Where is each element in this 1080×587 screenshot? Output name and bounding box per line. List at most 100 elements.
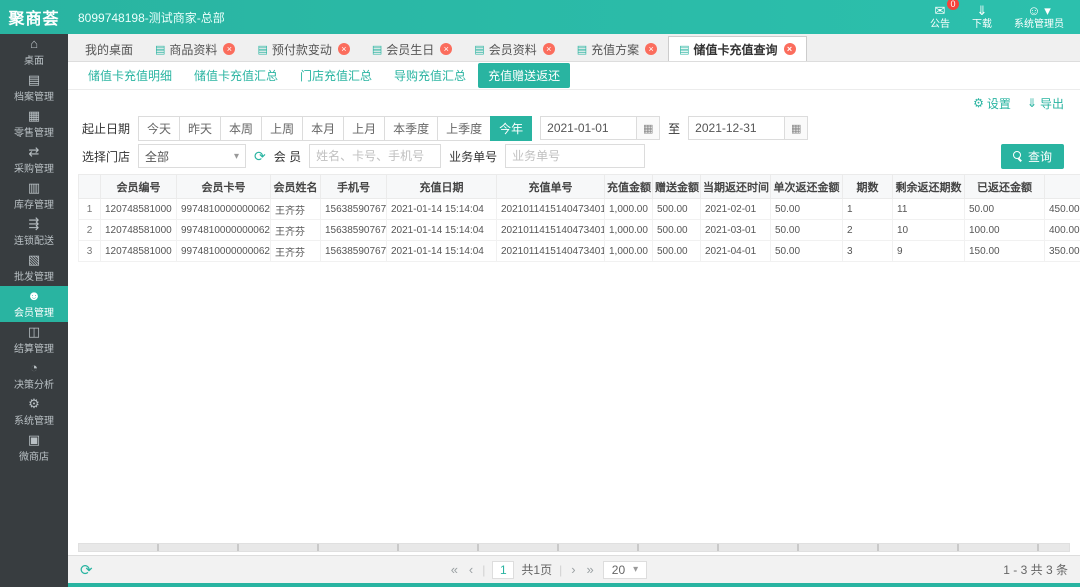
column-header[interactable] (1044, 174, 1080, 199)
date-to-input[interactable] (688, 116, 785, 140)
export-button[interactable]: ⇓ 导出 (1027, 95, 1064, 112)
sidebar-item-archives[interactable]: ▤ 档案管理 (0, 70, 68, 106)
column-header[interactable]: 单次返还金额 (770, 174, 843, 199)
date-filter-row: 起止日期 今天昨天本周上周本月上月本季度上季度今年 ▦ 至 ▦ (68, 114, 1080, 142)
order-no-input[interactable] (505, 144, 646, 168)
store-refresh-icon[interactable]: ⟳ (254, 148, 266, 165)
refresh-icon[interactable]: ⟳ (80, 561, 93, 579)
store-select[interactable]: 全部 ▾ (138, 144, 247, 168)
column-header[interactable]: 充值单号 (496, 174, 605, 199)
app-window: 聚商荟 8099748198-测试商家-总部 ✉ 公告 0 ⇓ 下载 ☺ ▾ 系… (0, 0, 1080, 587)
column-header[interactable]: 会员编号 (100, 174, 177, 199)
column-header[interactable]: 手机号 (320, 174, 387, 199)
page-size-select[interactable]: 20 ▾ (602, 560, 648, 579)
column-header[interactable]: 会员卡号 (176, 174, 271, 199)
settings-button[interactable]: ⚙ 设置 (973, 95, 1011, 112)
settlement-icon: ◫ (27, 324, 41, 339)
subtab-1[interactable]: 储值卡充值汇总 (184, 63, 288, 88)
sidebar-item-member[interactable]: ☻ 会员管理 (0, 286, 68, 322)
tab-5[interactable]: ▤ 充值方案 × (566, 36, 668, 61)
purchase-icon: ⇄ (28, 144, 40, 159)
table-cell: 120748581000 (100, 240, 177, 262)
last-page-button[interactable]: » (585, 562, 596, 577)
sidebar-item-wholesale[interactable]: ▧ 批发管理 (0, 250, 68, 286)
range-button[interactable]: 本月 (302, 115, 345, 141)
range-button[interactable]: 本季度 (384, 115, 439, 141)
sidebar-item-inventory[interactable]: ▥ 库存管理 (0, 178, 68, 214)
table-cell: 50.00 (964, 198, 1045, 220)
tab-close-icon[interactable]: × (440, 43, 453, 55)
date-from-wrap: ▦ (540, 116, 661, 140)
table-cell: 11 (892, 198, 965, 220)
sidebar-item-purchase[interactable]: ⇄ 采购管理 (0, 142, 68, 178)
notice-button[interactable]: ✉ 公告 0 (930, 0, 959, 31)
tab-close-icon[interactable]: × (542, 43, 555, 55)
column-header[interactable]: 已返还金额 (964, 174, 1045, 199)
horizontal-scrollbar[interactable] (78, 543, 1070, 552)
search-icon (1012, 150, 1023, 162)
table-cell: 9974810000000062 (176, 198, 271, 220)
column-header[interactable]: 剩余返还期数 (892, 174, 965, 199)
table-cell: 2021-02-01 (700, 198, 771, 220)
table-cell: 9974810000000062 (176, 240, 271, 262)
sidebar-item-micro-store[interactable]: ▣ 微商店 (0, 430, 68, 466)
sidebar-item-retail[interactable]: ▦ 零售管理 (0, 106, 68, 142)
tab-4[interactable]: ▤ 会员资料 × (463, 36, 565, 61)
prev-page-button[interactable]: ‹ (467, 562, 475, 577)
search-button[interactable]: 查询 (1000, 143, 1064, 169)
sidebar-item-analytics[interactable]: ◔ 决策分析 (0, 358, 68, 394)
column-header[interactable]: 期数 (842, 174, 893, 199)
tab-3[interactable]: ▤ 会员生日 × (361, 36, 463, 61)
column-header[interactable] (78, 174, 101, 199)
tab-close-icon[interactable]: × (645, 43, 658, 55)
table-cell: 15638590767 (320, 219, 387, 241)
subtab-3[interactable]: 导购充值汇总 (384, 63, 476, 88)
divider: | (559, 562, 563, 577)
table-cell: 1,000.00 (604, 219, 653, 241)
member-search-input[interactable] (309, 144, 442, 168)
table-row[interactable]: 1 120748581000 9974810000000062 王齐芬 15638590… (78, 198, 1080, 220)
calendar-icon[interactable]: ▦ (784, 116, 809, 140)
sidebar-item-system[interactable]: ⚙ 系统管理 (0, 394, 68, 430)
sidebar-item-chain-delivery[interactable]: ⇶ 连锁配送 (0, 214, 68, 250)
tab-0[interactable]: 我的桌面 (74, 36, 144, 61)
range-button[interactable]: 上月 (343, 115, 386, 141)
table-row[interactable]: 3 120748581000 9974810000000062 王齐芬 15638590… (78, 240, 1080, 262)
tab-close-icon[interactable]: × (337, 43, 350, 55)
notice-badge: 0 (947, 0, 959, 11)
download-label: 下载 (972, 18, 992, 30)
pagination-bar: ⟳ « ‹ | 1 共1页 | › » 20 ▾ 1 - 3 共 3 条 (68, 555, 1080, 583)
date-from-input[interactable] (540, 116, 637, 140)
tab-close-icon[interactable]: × (783, 43, 796, 55)
next-page-button[interactable]: › (569, 562, 577, 577)
first-page-button[interactable]: « (449, 562, 460, 577)
column-header[interactable]: 充值日期 (386, 174, 497, 199)
quick-range-group: 今天 昨天 本周 上周 本月 上月 本季度 上季度 今年 (138, 115, 533, 141)
tab-2[interactable]: ▤ 预付款变动 × (246, 36, 360, 61)
column-header[interactable]: 充值金额 (604, 174, 653, 199)
calendar-icon[interactable]: ▦ (636, 116, 661, 140)
column-header[interactable]: 赠送金额 (652, 174, 701, 199)
sidebar-item-desktop[interactable]: ⌂ 桌面 (0, 34, 68, 70)
tab-1[interactable]: ▤ 商品资料 × (144, 36, 246, 61)
subtab-2[interactable]: 门店充值汇总 (290, 63, 382, 88)
range-button[interactable]: 上季度 (437, 115, 492, 141)
range-button[interactable]: 今年 (490, 115, 533, 141)
admin-menu[interactable]: ☺ ▾ 系统管理员 (1014, 3, 1064, 31)
sidebar-item-settlement[interactable]: ◫ 结算管理 (0, 322, 68, 358)
current-page-input[interactable]: 1 (492, 560, 515, 579)
announcement-icon: ✉ (934, 3, 946, 19)
subtab-4[interactable]: 充值赠送返还 (478, 63, 571, 88)
subtab-0[interactable]: 储值卡充值明细 (78, 63, 182, 88)
tab-close-icon[interactable]: × (223, 43, 236, 55)
column-header[interactable]: 当期返还时间 (700, 174, 771, 199)
range-button[interactable]: 今天 (138, 115, 181, 141)
range-button[interactable]: 本周 (220, 115, 263, 141)
download-button[interactable]: ⇓ 下载 (972, 3, 992, 31)
range-button[interactable]: 昨天 (179, 115, 222, 141)
column-header[interactable]: 会员姓名 (270, 174, 321, 199)
table-row[interactable]: 2 120748581000 9974810000000062 王齐芬 15638590… (78, 219, 1080, 241)
tab-6[interactable]: ▤ 储值卡充值查询 × (668, 36, 807, 61)
range-button[interactable]: 上周 (261, 115, 304, 141)
table-cell: 10 (892, 219, 965, 241)
